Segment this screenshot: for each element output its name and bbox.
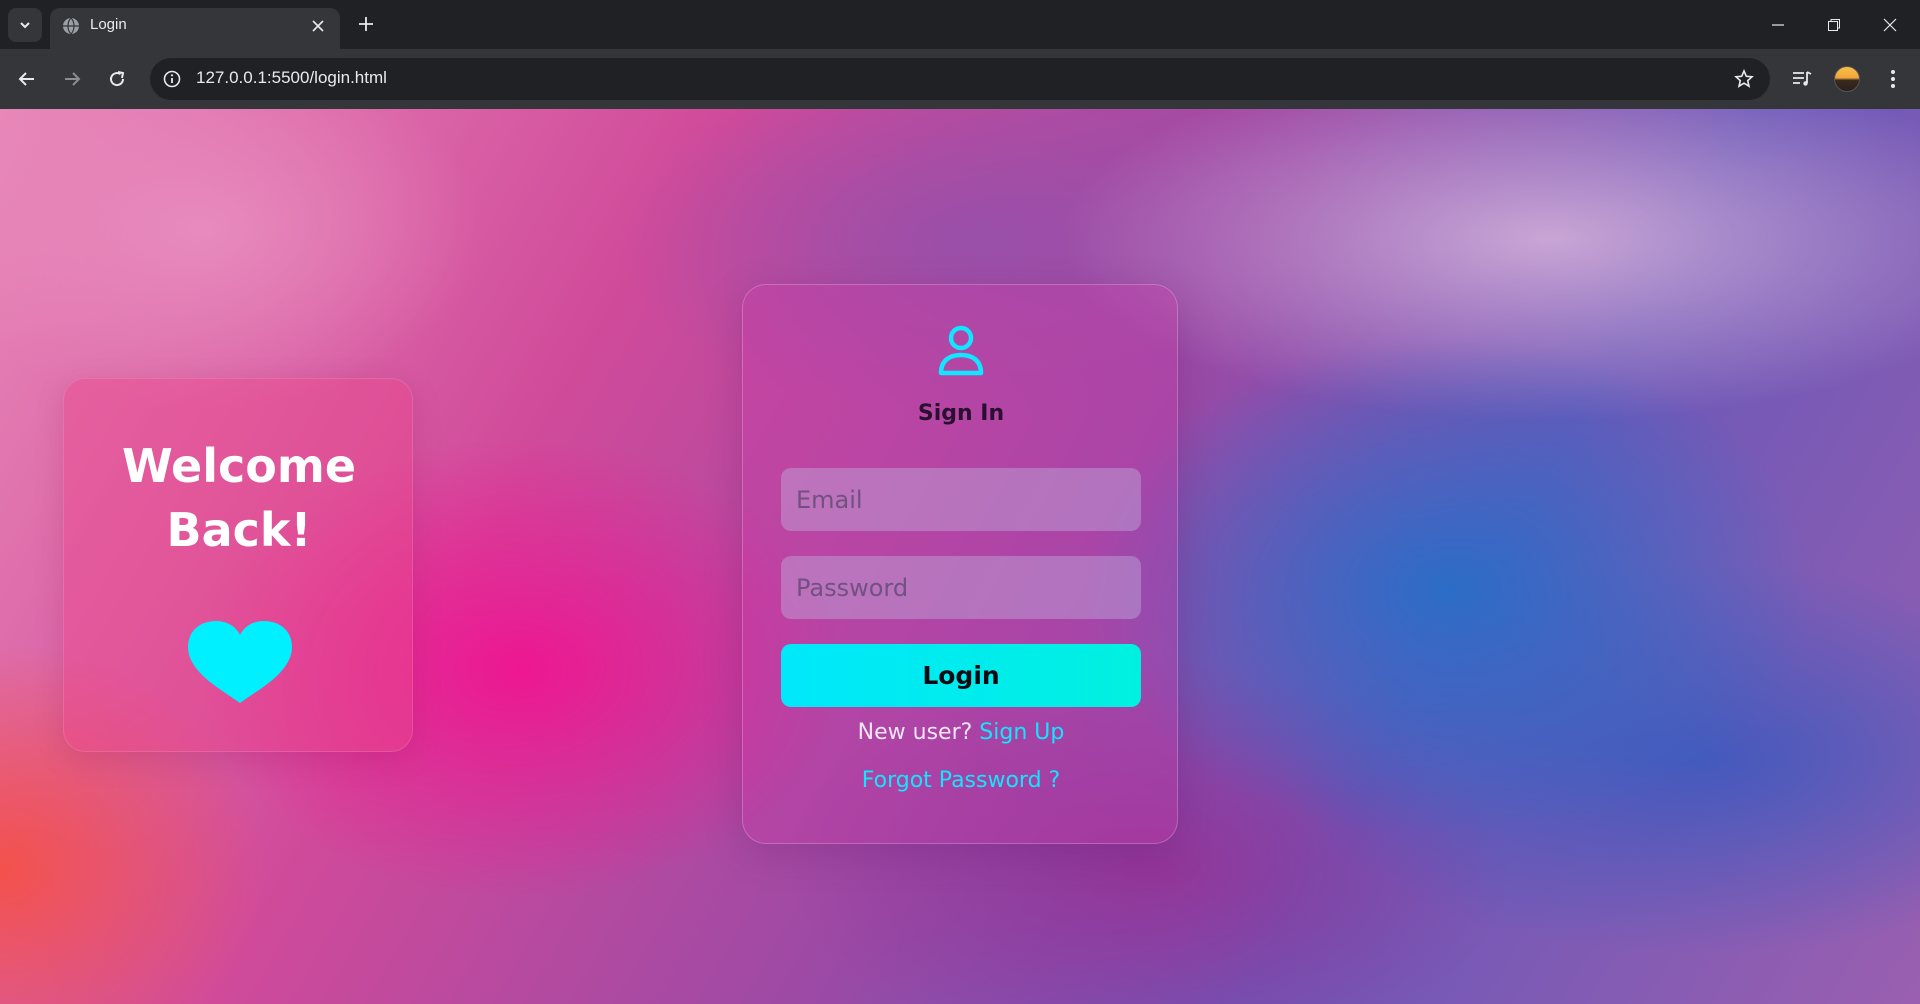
signin-title: Sign In <box>917 401 1005 426</box>
forward-arrow-icon[interactable] <box>55 62 89 96</box>
forgot-password-link[interactable]: Forgot Password ? <box>862 768 1060 793</box>
info-icon[interactable] <box>160 67 184 91</box>
tab-strip: Login <box>0 0 1920 49</box>
signup-link[interactable]: Sign Up <box>979 720 1064 745</box>
star-icon[interactable] <box>1732 67 1756 91</box>
globe-icon <box>63 17 79 35</box>
new-user-text: New user? <box>857 720 973 745</box>
back-arrow-icon[interactable] <box>10 62 44 96</box>
welcome-title: Welcome Back! <box>121 439 357 557</box>
kebab-menu-icon[interactable] <box>1876 62 1910 96</box>
forgot-row: Forgot Password ? <box>743 768 1179 793</box>
address-bar[interactable]: 127.0.0.1:5500/login.html <box>150 58 1770 100</box>
reload-icon[interactable] <box>100 62 134 96</box>
window-close-icon[interactable] <box>1862 0 1918 49</box>
email-field[interactable] <box>781 468 1141 531</box>
tab-search-icon[interactable] <box>8 8 42 42</box>
profile-avatar-icon[interactable] <box>1830 62 1864 96</box>
welcome-card: Welcome Back! <box>63 378 413 752</box>
login-button[interactable]: Login <box>781 644 1141 707</box>
close-icon[interactable] <box>306 14 330 38</box>
browser-tab[interactable]: Login <box>50 8 340 49</box>
user-icon <box>938 325 984 376</box>
password-field[interactable] <box>781 556 1141 619</box>
minimize-icon[interactable] <box>1750 0 1806 49</box>
login-card: Sign In Login New user? Sign Up Forgot P… <box>742 284 1178 844</box>
tab-title: Login <box>90 16 127 33</box>
plus-icon[interactable] <box>352 10 380 38</box>
reading-list-icon[interactable] <box>1785 62 1819 96</box>
url-text[interactable]: 127.0.0.1:5500/login.html <box>196 68 387 88</box>
restore-icon[interactable] <box>1806 0 1862 49</box>
page-viewport: Welcome Back! Sign In Login New user? Si… <box>0 109 1920 1004</box>
browser-toolbar: 127.0.0.1:5500/login.html <box>0 49 1920 109</box>
new-user-row: New user? Sign Up <box>743 720 1179 745</box>
heart-icon <box>188 621 292 703</box>
